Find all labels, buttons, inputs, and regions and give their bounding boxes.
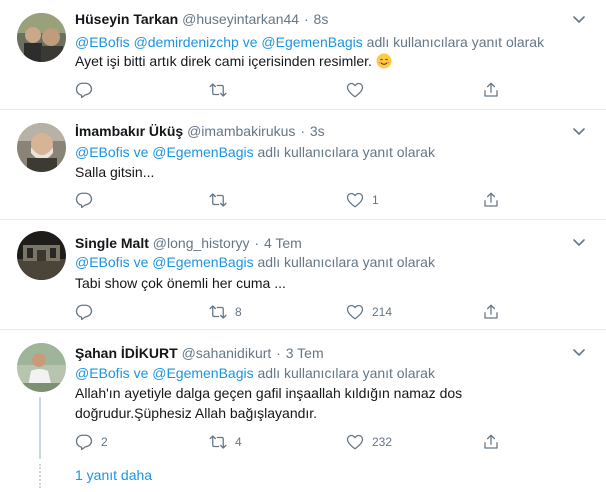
separator-dot: · <box>303 11 309 27</box>
reply-context: @EBofis ve @EgemenBagis adlı kullanıcıla… <box>75 364 435 382</box>
heart-icon <box>346 434 364 450</box>
mentioned-users[interactable]: @EBofis ve @EgemenBagis <box>75 254 254 270</box>
chevron-down-icon[interactable] <box>572 124 586 138</box>
heart-icon <box>346 82 364 98</box>
tweet-actions: 8 214 <box>75 302 505 322</box>
tweet-time[interactable]: 3s <box>310 123 325 139</box>
author-name[interactable]: İmambakır Üküş <box>75 123 183 139</box>
tweet-text-content: Ayet işi bitti artık direk cami içerisin… <box>75 53 372 69</box>
share-icon <box>484 192 498 207</box>
like-count: 1 <box>372 193 379 207</box>
share-button[interactable] <box>482 190 500 210</box>
smiling-face-emoji-icon <box>376 53 392 69</box>
tweet-2[interactable]: İmambakır Üküş @imambakirukus · 3s @EBof… <box>0 110 606 220</box>
mentioned-users[interactable]: @EBofis ve @EgemenBagis <box>75 144 254 160</box>
like-button[interactable]: 1 <box>346 190 379 210</box>
reply-icon <box>75 434 93 451</box>
tweet-1[interactable]: Hüseyin Tarkan @huseyintarkan44 · 8s @EB… <box>0 0 606 110</box>
reply-icon <box>75 304 93 321</box>
chevron-down-icon[interactable] <box>572 345 586 359</box>
thread-dotted-line <box>39 464 41 488</box>
like-button[interactable]: 232 <box>346 432 392 452</box>
retweet-button[interactable] <box>209 80 235 100</box>
show-more-replies-link[interactable]: 1 yanıt daha <box>75 467 152 483</box>
reply-context: @EBofis @demirdenizchp ve @EgemenBagis a… <box>75 33 544 51</box>
tweet-text: Tabi show çok önemli her cuma ... <box>75 275 286 291</box>
tweet-actions: 2 4 232 <box>75 432 505 452</box>
thread-connector-line <box>39 397 41 459</box>
share-icon <box>484 82 498 97</box>
heart-icon <box>346 304 364 320</box>
reply-count: 2 <box>101 435 108 449</box>
retweet-button[interactable]: 4 <box>209 432 242 452</box>
separator-dot: · <box>300 123 305 139</box>
author-handle[interactable]: @huseyintarkan44 <box>182 11 299 27</box>
retweet-icon <box>209 83 227 97</box>
tweet-text-line: doğrudur.Şüphesiz Allah bağışlayandır. <box>75 405 318 421</box>
retweet-icon <box>209 435 227 449</box>
mentioned-users[interactable]: @EBofis ve @EgemenBagis <box>75 365 254 381</box>
reply-button[interactable] <box>75 190 101 210</box>
share-button[interactable] <box>482 432 500 452</box>
author-name[interactable]: Single Malt <box>75 235 149 251</box>
retweet-count: 8 <box>235 305 242 319</box>
retweet-count: 4 <box>235 435 242 449</box>
tweet-text: Allah'ın ayetiyle dalga geçen gafil inşa… <box>75 383 555 423</box>
avatar[interactable] <box>17 123 66 172</box>
reply-context-label: adlı kullanıcılara yanıt olarak <box>362 34 545 50</box>
heart-icon <box>346 192 364 208</box>
tweet-actions <box>75 80 505 100</box>
retweet-icon <box>209 305 227 319</box>
like-button[interactable]: 214 <box>346 302 392 322</box>
reply-context: @EBofis ve @EgemenBagis adlı kullanıcıla… <box>75 143 435 161</box>
share-icon <box>484 434 498 449</box>
share-button[interactable] <box>482 302 500 322</box>
like-button[interactable] <box>346 80 372 100</box>
reply-button[interactable]: 2 <box>75 432 108 452</box>
tweet-text: Salla gitsin... <box>75 164 155 180</box>
reply-button[interactable] <box>75 302 101 322</box>
reply-icon <box>75 82 93 99</box>
avatar[interactable] <box>17 13 66 62</box>
like-count: 232 <box>372 435 393 449</box>
tweet-time[interactable]: 4 Tem <box>264 235 302 251</box>
tweet-actions: 1 <box>75 190 505 210</box>
reply-context-label: adlı kullanıcılara yanıt olarak <box>253 365 435 381</box>
author-handle[interactable]: @imambakirukus <box>187 123 295 139</box>
author-name[interactable]: Şahan İDİKURT <box>75 345 178 361</box>
share-icon <box>484 304 498 319</box>
reply-context-label: adlı kullanıcılara yanıt olarak <box>253 144 435 160</box>
retweet-button[interactable]: 8 <box>209 302 242 322</box>
author-handle[interactable]: @long_historyy <box>153 235 250 251</box>
reply-icon <box>75 192 93 209</box>
chevron-down-icon[interactable] <box>572 235 586 249</box>
chevron-down-icon[interactable] <box>572 12 586 26</box>
avatar[interactable] <box>17 231 66 280</box>
retweet-button[interactable] <box>209 190 235 210</box>
reply-button[interactable] <box>75 80 101 100</box>
tweet-text-line: Allah'ın ayetiyle dalga geçen gafil inşa… <box>75 385 463 401</box>
separator-dot: · <box>254 235 260 251</box>
tweet-time[interactable]: 3 Tem <box>286 345 324 361</box>
reply-context-label: adlı kullanıcılara yanıt olarak <box>253 254 435 270</box>
tweet-3[interactable]: Single Malt @long_historyy · 4 Tem @EBof… <box>0 220 606 330</box>
author-handle[interactable]: @sahanidikurt <box>182 345 272 361</box>
tweet-time[interactable]: 8s <box>314 11 329 27</box>
retweet-icon <box>209 193 227 207</box>
separator-dot: · <box>276 345 281 361</box>
like-count: 214 <box>372 305 393 319</box>
author-name[interactable]: Hüseyin Tarkan <box>75 11 178 27</box>
tweet-text: Ayet işi bitti artık direk cami içerisin… <box>75 51 515 71</box>
share-button[interactable] <box>482 80 500 100</box>
mentioned-users[interactable]: @EBofis @demirdenizchp ve @EgemenBagis <box>75 34 363 50</box>
reply-context: @EBofis ve @EgemenBagis adlı kullanıcıla… <box>75 253 435 271</box>
avatar[interactable] <box>17 343 66 392</box>
